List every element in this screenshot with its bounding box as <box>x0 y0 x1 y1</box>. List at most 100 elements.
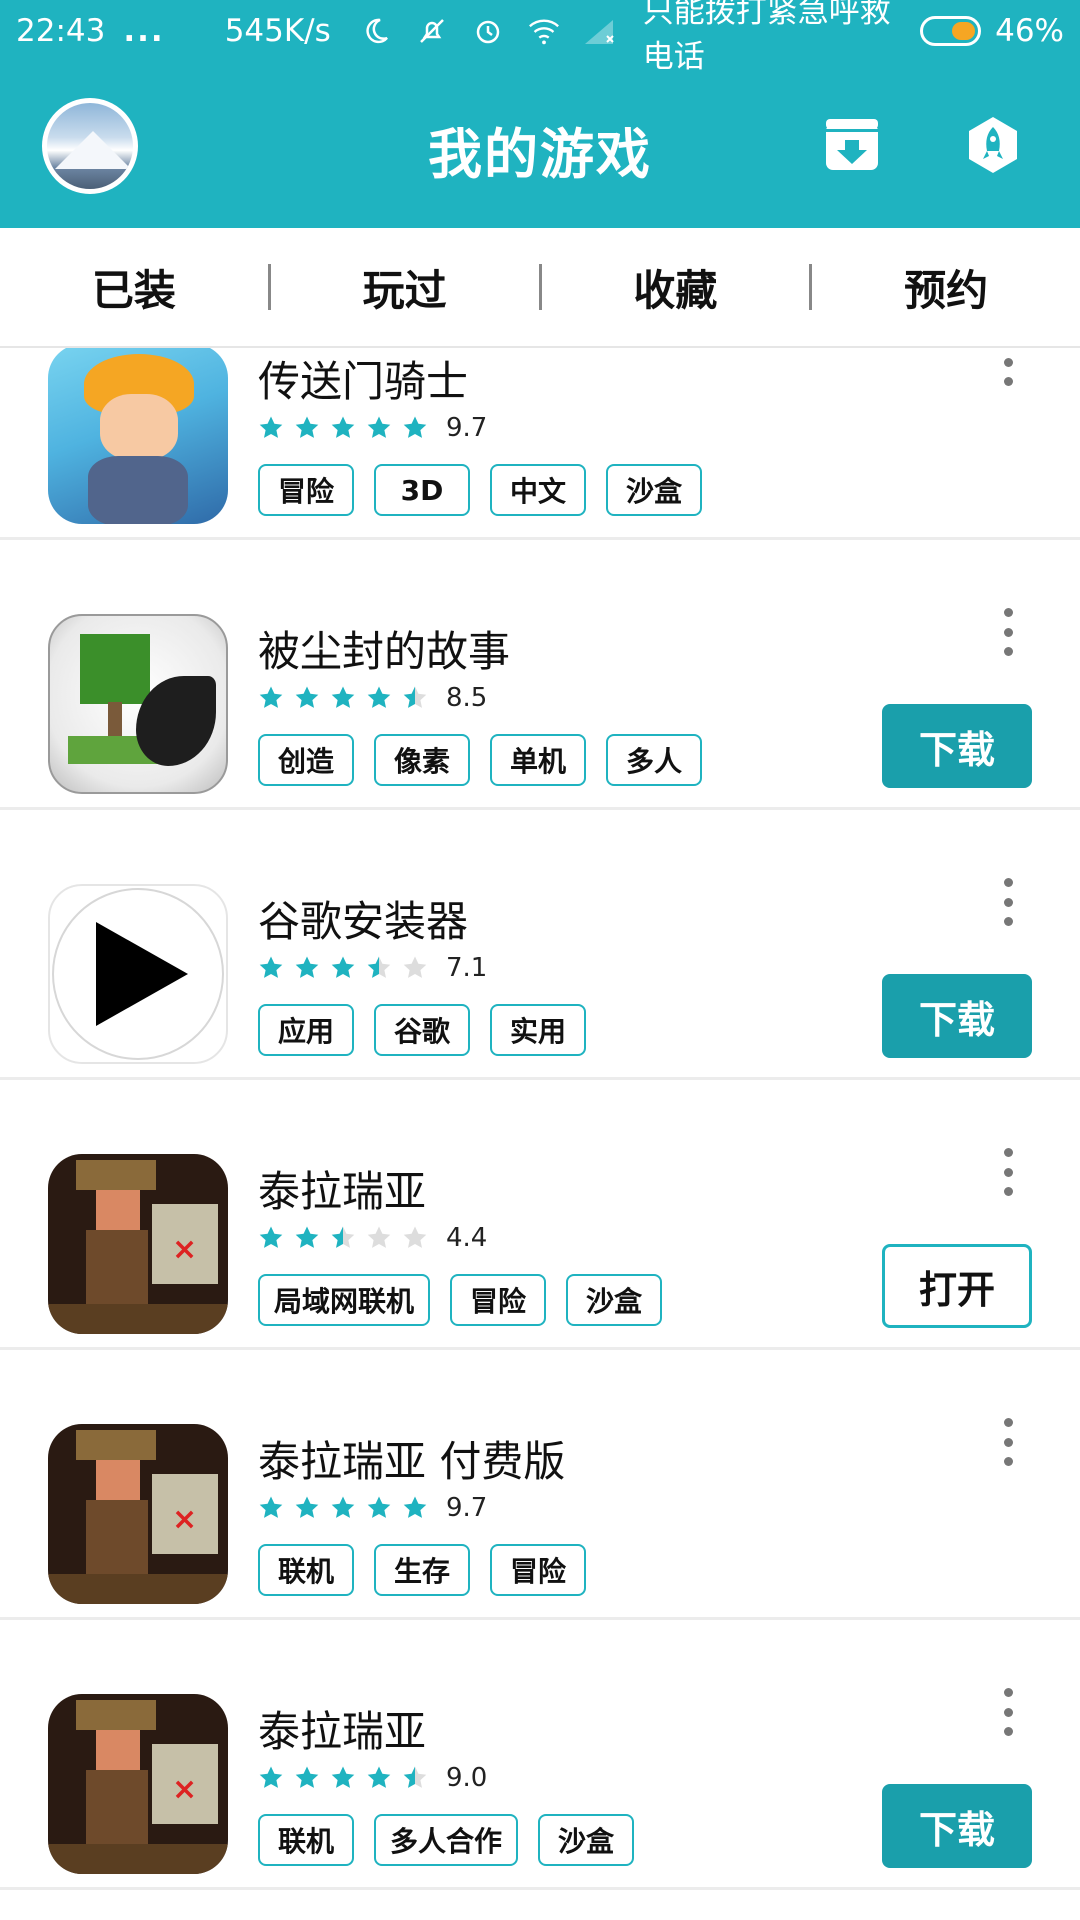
game-name: 谷歌安装器 <box>258 897 469 946</box>
battery-percent: 46% <box>995 13 1064 49</box>
tag: 局域网联机 <box>258 1274 431 1326</box>
rating-stars: 9.7 <box>258 1493 487 1523</box>
moon-icon <box>359 14 393 48</box>
list-item[interactable]: × 泰拉瑞亚 付费版 9.7 联机 生存 冒险 <box>0 1350 1080 1620</box>
tag: 创造 <box>258 734 354 786</box>
tag: 联机 <box>258 1544 354 1596</box>
list-item[interactable]: × 泰拉瑞亚 9.0 联机 多人合作 沙盒 下载 <box>0 1620 1080 1890</box>
star-icon <box>259 1766 283 1788</box>
tag: 冒险 <box>450 1274 547 1326</box>
tag-list: 创造 像素 单机 多人 <box>258 734 702 786</box>
wifi-icon <box>527 14 561 48</box>
tag-list: 联机 生存 冒险 <box>258 1544 586 1596</box>
rating-score: 9.7 <box>446 1493 488 1523</box>
list-item[interactable]: 谷歌安装器 7.1 应用 谷歌 实用 下载 <box>0 810 1080 1080</box>
star-icon <box>403 1766 427 1788</box>
battery-icon <box>919 16 982 46</box>
tag-list: 联机 多人合作 沙盒 <box>258 1814 635 1866</box>
game-list[interactable]: 传送门骑士 9.7 冒险 3D 中文 沙盒 被尘封的故事 8.5 创造 像素 单… <box>0 348 1080 1920</box>
page-title: 我的游戏 <box>428 123 652 186</box>
tag: 单机 <box>490 734 586 786</box>
tag-list: 局域网联机 冒险 沙盒 <box>258 1274 663 1326</box>
tag: 生存 <box>374 1544 470 1596</box>
list-item[interactable]: 传送门骑士 9.7 冒险 3D 中文 沙盒 <box>0 348 1080 540</box>
top-bar: 22:43 ... 545K/s 只能拨打紧急呼救电话 46% 我的游戏 <box>0 0 1080 228</box>
star-icon <box>331 1496 355 1518</box>
open-button[interactable]: 打开 <box>882 1244 1032 1328</box>
tag-list: 应用 谷歌 实用 <box>258 1004 586 1056</box>
tab-reserved[interactable]: 预约 <box>812 257 1080 318</box>
tag: 中文 <box>490 464 586 516</box>
tag: 多人合作 <box>374 1814 519 1866</box>
rocket-icon <box>969 117 1017 173</box>
tag: 联机 <box>258 1814 354 1866</box>
game-icon-terraria: × <box>48 1694 228 1874</box>
star-icon <box>403 1496 427 1518</box>
more-options-icon[interactable] <box>992 348 1024 386</box>
star-icon <box>295 416 319 438</box>
star-icon <box>367 1496 391 1518</box>
star-icon <box>259 416 283 438</box>
signal-icon <box>583 14 617 48</box>
game-icon-terraria: × <box>48 1424 228 1604</box>
tab-installed[interactable]: 已装 <box>0 257 268 318</box>
more-options-icon[interactable] <box>992 1688 1024 1736</box>
star-icon <box>367 416 391 438</box>
tag: 冒险 <box>258 464 354 516</box>
tag: 沙盒 <box>566 1274 663 1326</box>
star-icon <box>367 1226 391 1248</box>
rating-stars: 7.1 <box>258 953 487 983</box>
rating-score: 9.7 <box>446 413 488 443</box>
rating-stars: 4.4 <box>258 1223 487 1253</box>
download-button[interactable]: 下载 <box>882 1784 1032 1868</box>
tag: 像素 <box>374 734 470 786</box>
download-box-icon <box>826 119 878 170</box>
game-name: 泰拉瑞亚 <box>258 1707 427 1756</box>
status-time: 22:43 <box>16 13 106 49</box>
more-options-icon[interactable] <box>992 608 1024 656</box>
more-options-icon[interactable] <box>992 1418 1024 1466</box>
more-options-icon[interactable] <box>992 1148 1024 1196</box>
list-item[interactable]: × 泰拉瑞亚 4.4 局域网联机 冒险 沙盒 打开 <box>0 1080 1080 1350</box>
download-button[interactable]: 下载 <box>882 704 1032 788</box>
tag: 冒险 <box>490 1544 586 1596</box>
download-button[interactable]: 下载 <box>882 974 1032 1058</box>
rating-score: 4.4 <box>446 1223 488 1253</box>
star-icon <box>295 686 319 708</box>
star-icon <box>331 1766 355 1788</box>
more-options-icon[interactable] <box>992 878 1024 926</box>
tab-bar: 已装 玩过 收藏 预约 <box>0 228 1080 348</box>
status-bar: 22:43 ... 545K/s 只能拨打紧急呼救电话 46% <box>0 0 1080 75</box>
star-icon <box>259 686 283 708</box>
rocket-button[interactable] <box>962 114 1024 176</box>
star-icon <box>403 416 427 438</box>
rating-score: 8.5 <box>446 683 488 713</box>
star-icon <box>367 686 391 708</box>
star-icon <box>331 416 355 438</box>
rating-score: 9.0 <box>446 1763 488 1793</box>
tab-played[interactable]: 玩过 <box>271 257 539 318</box>
game-icon-portal-knights <box>48 348 228 524</box>
download-manager-button[interactable] <box>821 114 883 176</box>
tag-list: 冒险 3D 中文 沙盒 <box>258 464 702 516</box>
rating-stars: 9.7 <box>258 413 487 443</box>
game-name: 被尘封的故事 <box>258 627 511 676</box>
star-icon <box>367 956 391 978</box>
game-icon-google-installer <box>48 884 228 1064</box>
tag: 多人 <box>606 734 702 786</box>
star-icon <box>295 1766 319 1788</box>
tab-favorites[interactable]: 收藏 <box>542 257 810 318</box>
star-icon <box>295 1226 319 1248</box>
alarm-icon <box>471 14 505 48</box>
rating-stars: 9.0 <box>258 1763 487 1793</box>
list-item[interactable]: 被尘封的故事 8.5 创造 像素 单机 多人 下载 <box>0 540 1080 810</box>
star-icon <box>403 956 427 978</box>
star-icon <box>259 1226 283 1248</box>
star-icon <box>403 686 427 708</box>
network-speed: 545K/s <box>224 13 331 49</box>
mute-icon <box>415 14 449 48</box>
rating-stars: 8.5 <box>258 683 487 713</box>
star-icon <box>403 1226 427 1248</box>
battery-level-fill <box>952 22 976 40</box>
app-bar: 我的游戏 <box>0 62 1080 228</box>
